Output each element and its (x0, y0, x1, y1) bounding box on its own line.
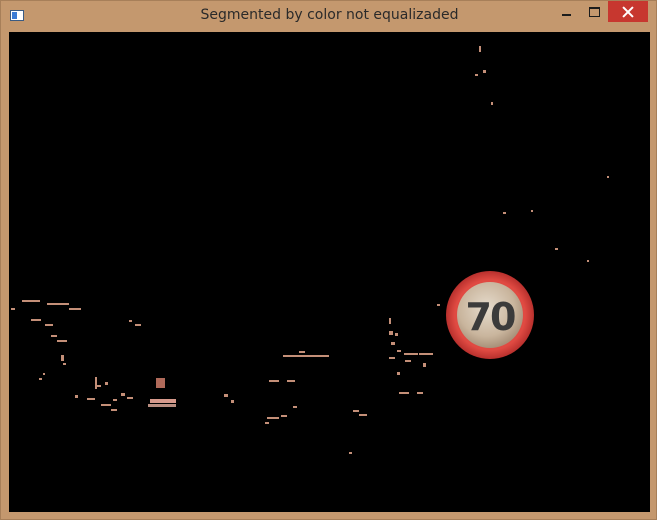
speed-limit-sign: 70 (446, 271, 534, 359)
noise-specks (11, 46, 609, 454)
sign-number: 70 (466, 295, 515, 339)
close-button[interactable] (608, 1, 648, 22)
close-icon (622, 6, 634, 18)
minimize-button[interactable] (552, 1, 580, 22)
title-bar[interactable]: Segmented by color not equalizaded (1, 1, 656, 32)
segmented-image-svg: 70 (11, 46, 609, 454)
app-window: Segmented by color not equalizaded 70 (0, 0, 657, 520)
minimize-icon (561, 13, 571, 16)
segmented-image: 70 (9, 32, 650, 512)
maximize-icon (588, 6, 600, 17)
maximize-button[interactable] (580, 1, 608, 22)
